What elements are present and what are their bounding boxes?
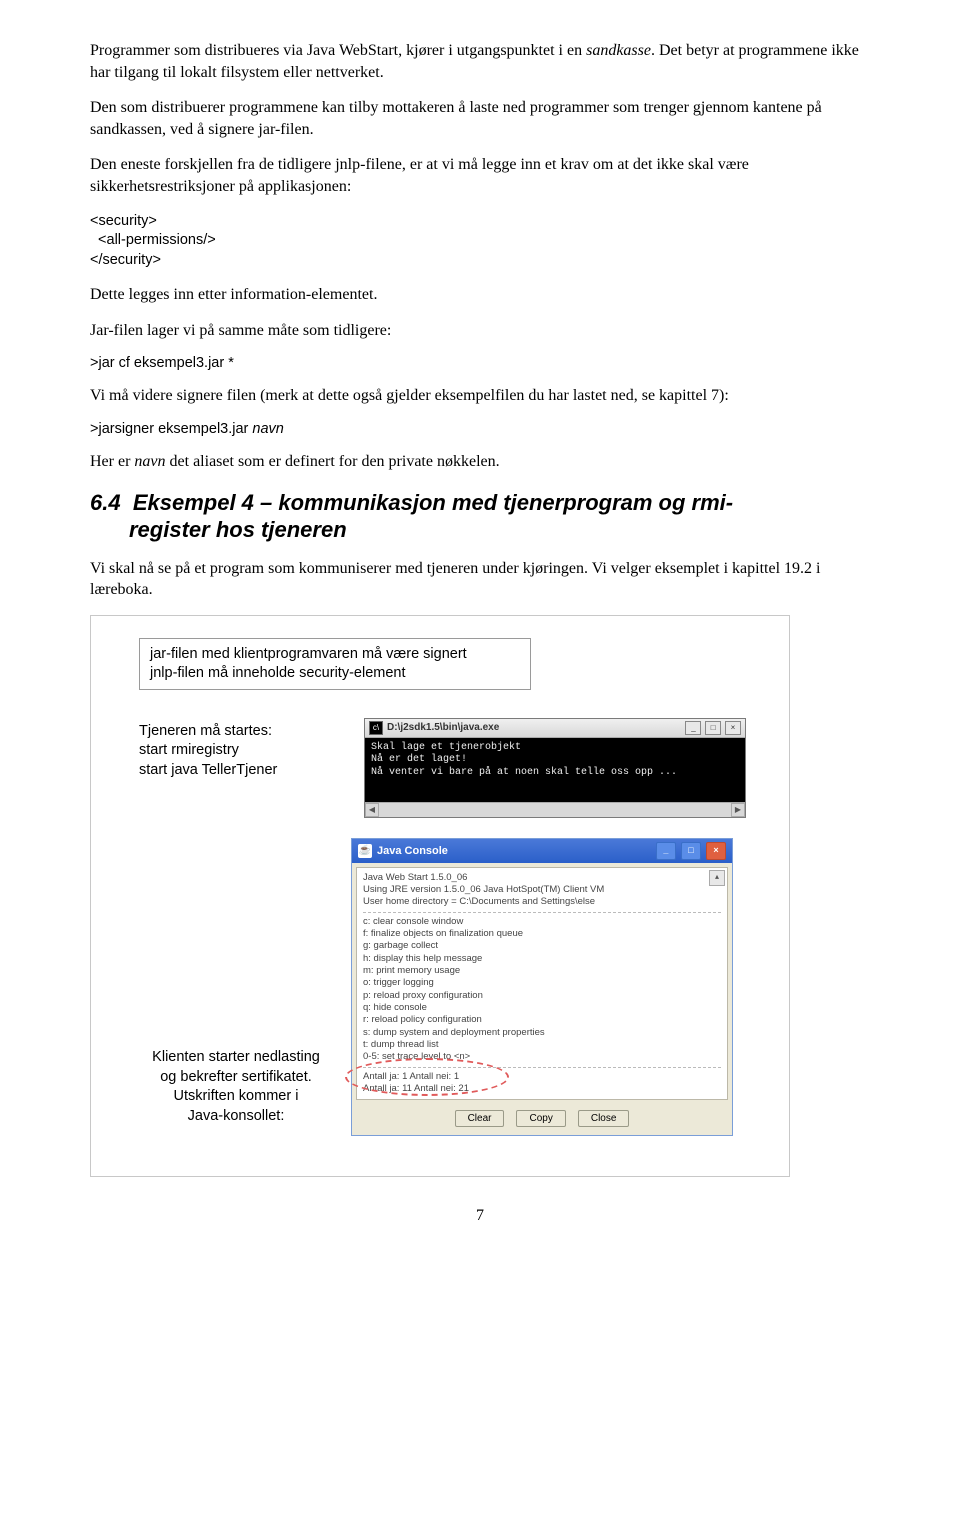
- java-icon: ☕: [358, 844, 372, 858]
- text: t: dump thread list: [363, 1039, 721, 1051]
- text: h: display this help message: [363, 953, 721, 965]
- heading-line1: Eksempel 4 – kommunikasjon med tjenerpro…: [133, 490, 733, 515]
- text-italic: navn: [252, 421, 283, 437]
- minimize-button[interactable]: _: [685, 721, 701, 735]
- diagram-row-client: Klienten starter nedlasting og bekrefter…: [111, 838, 769, 1137]
- cmd-title: D:\j2sdk1.5\bin\java.exe: [387, 722, 684, 733]
- paragraph-1: Programmer som distribueres via Java Web…: [90, 40, 870, 83]
- java-console-footer: Clear Copy Close: [352, 1104, 732, 1135]
- diagram-row-server: Tjeneren må startes: start rmiregistry s…: [111, 718, 769, 818]
- cmd-jarsigner: >jarsigner eksempel3.jar navn: [90, 421, 870, 437]
- output-line: Antall ja: 1 Antall nei: 1: [363, 1071, 721, 1083]
- copy-button[interactable]: Copy: [516, 1110, 565, 1127]
- clear-button[interactable]: Clear: [455, 1110, 505, 1127]
- server-start-label: Tjeneren må startes: start rmiregistry s…: [111, 718, 364, 781]
- text: p: reload proxy configuration: [363, 990, 721, 1002]
- close-button[interactable]: ×: [725, 721, 741, 735]
- code-security: <security> <all-permissions/> </security…: [90, 212, 870, 271]
- text: start rmiregistry: [139, 741, 364, 761]
- paragraph-7: Her er navn det aliaset som er definert …: [90, 451, 870, 473]
- paragraph-4: Dette legges inn etter information-eleme…: [90, 284, 870, 306]
- text: Java Web Start 1.5.0_06: [363, 872, 721, 884]
- java-console-content: ▴ Java Web Start 1.5.0_06 Using JRE vers…: [356, 867, 728, 1101]
- paragraph-5: Jar-filen lager vi på samme måte som tid…: [90, 320, 870, 342]
- scroll-up-icon[interactable]: ▴: [709, 870, 725, 886]
- text-italic: sandkasse: [586, 42, 651, 59]
- java-console-window: ☕ Java Console _ □ × ▴ Java Web Start 1.…: [351, 838, 733, 1137]
- divider: [363, 1067, 721, 1068]
- text: Klienten starter nedlasting: [121, 1048, 351, 1068]
- maximize-button[interactable]: □: [705, 721, 721, 735]
- paragraph-8: Vi skal nå se på et program som kommunis…: [90, 558, 870, 601]
- paragraph-6: Vi må videre signere filen (merk at dett…: [90, 385, 870, 407]
- text: Programmer som distribueres via Java Web…: [90, 42, 586, 59]
- cmd-icon: c\: [369, 721, 383, 735]
- close-button[interactable]: Close: [578, 1110, 630, 1127]
- diagram: jar-filen med klientprogramvaren må være…: [90, 615, 790, 1178]
- output-line: Antall ja: 11 Antall nei: 21: [363, 1083, 721, 1095]
- text: Utskriften kommer i: [121, 1087, 351, 1107]
- text: Tjeneren må startes:: [139, 722, 364, 742]
- text: jnlp-filen må inneholde security-element: [150, 664, 520, 683]
- window-buttons: _ □ ×: [654, 842, 726, 860]
- heading-line2: register hos tjeneren: [90, 516, 870, 544]
- cmd-titlebar: c\ D:\j2sdk1.5\bin\java.exe _ □ ×: [365, 719, 745, 738]
- cmd-body: Skal lage et tjenerobjekt Nå er det lage…: [365, 738, 745, 802]
- page: Programmer som distribueres via Java Web…: [0, 0, 960, 1245]
- scroll-left-icon[interactable]: ◀: [365, 803, 379, 817]
- text: o: trigger logging: [363, 977, 721, 989]
- text: f: finalize objects on finalization queu…: [363, 928, 721, 940]
- text: Using JRE version 1.5.0_06 Java HotSpot(…: [363, 884, 721, 896]
- text: q: hide console: [363, 1002, 721, 1014]
- cmd-jar: >jar cf eksempel3.jar *: [90, 355, 870, 371]
- page-number: 7: [90, 1207, 870, 1225]
- cmd-scrollbar[interactable]: ◀ ▶: [365, 802, 745, 817]
- close-button[interactable]: ×: [706, 842, 726, 860]
- client-label: Klienten starter nedlasting og bekrefter…: [111, 1044, 351, 1136]
- text: 0-5: set trace level to <n>: [363, 1051, 721, 1063]
- divider: [363, 912, 721, 913]
- text: jar-filen med klientprogramvaren må være…: [150, 645, 520, 664]
- text: g: garbage collect: [363, 940, 721, 952]
- heading-6-4: 6.4 Eksempel 4 – kommunikasjon med tjene…: [90, 489, 870, 544]
- window-buttons: _ □ ×: [684, 721, 741, 735]
- text: start java TellerTjener: [139, 761, 364, 781]
- minimize-button[interactable]: _: [656, 842, 676, 860]
- paragraph-3: Den eneste forskjellen fra de tidligere …: [90, 154, 870, 197]
- cmd-window: c\ D:\j2sdk1.5\bin\java.exe _ □ × Skal l…: [364, 718, 746, 818]
- text: Her er: [90, 453, 134, 470]
- text: og bekrefter sertifikatet.: [121, 1068, 351, 1088]
- java-console-titlebar: ☕ Java Console _ □ ×: [352, 839, 732, 863]
- text-italic: navn: [134, 453, 165, 470]
- maximize-button[interactable]: □: [681, 842, 701, 860]
- text: r: reload policy configuration: [363, 1014, 721, 1026]
- scroll-right-icon[interactable]: ▶: [731, 803, 745, 817]
- paragraph-2: Den som distribuerer programmene kan til…: [90, 97, 870, 140]
- java-console-title: Java Console: [377, 845, 654, 857]
- text: Java-konsollet:: [121, 1107, 351, 1127]
- text: c: clear console window: [363, 916, 721, 928]
- text: s: dump system and deployment properties: [363, 1027, 721, 1039]
- text: det aliaset som er definert for den priv…: [166, 453, 500, 470]
- text: m: print memory usage: [363, 965, 721, 977]
- java-console-wrap: ☕ Java Console _ □ × ▴ Java Web Start 1.…: [351, 838, 733, 1137]
- heading-number: 6.4: [90, 489, 121, 517]
- text: >jarsigner eksempel3.jar: [90, 421, 252, 437]
- text: User home directory = C:\Documents and S…: [363, 896, 721, 908]
- diagram-note-box: jar-filen med klientprogramvaren må være…: [139, 638, 531, 690]
